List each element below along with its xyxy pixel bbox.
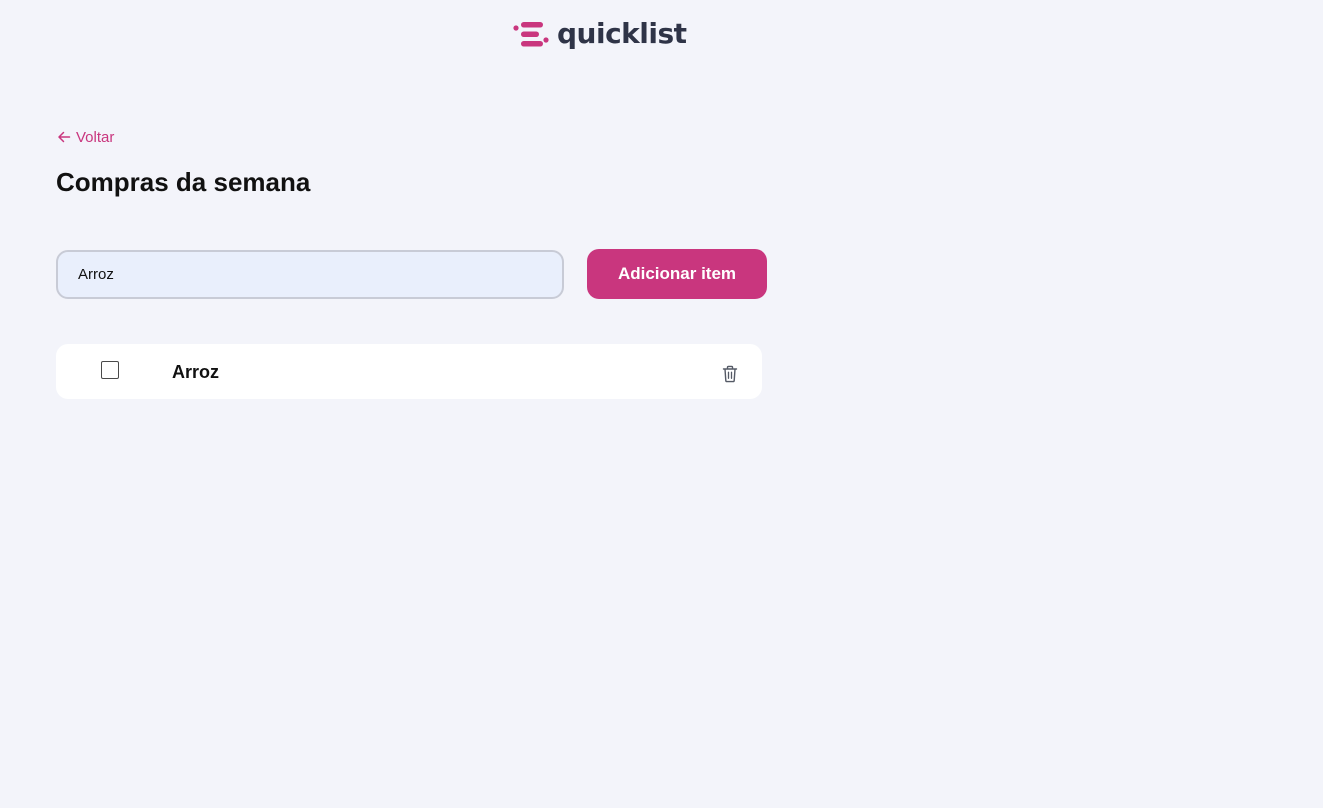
item-list: Arroz (56, 344, 762, 399)
list-item: Arroz (56, 344, 762, 399)
item-name: Arroz (172, 362, 220, 382)
app-logo: quicklist (513, 14, 687, 54)
item-input[interactable] (56, 250, 564, 299)
arrow-left-icon (58, 131, 71, 143)
logo-text: quicklist (557, 17, 687, 50)
page-title: Compras da semana (56, 167, 311, 197)
item-checkbox[interactable] (101, 361, 119, 379)
logo-mark-icon (513, 22, 549, 47)
add-item-button[interactable]: Adicionar item (587, 249, 767, 299)
delete-item-button[interactable] (720, 364, 740, 384)
back-link[interactable]: Voltar (57, 126, 114, 148)
page: quicklist Voltar Compras da semana Adici… (0, 0, 1323, 808)
back-link-label: Voltar (76, 128, 115, 146)
trash-icon (722, 365, 738, 383)
